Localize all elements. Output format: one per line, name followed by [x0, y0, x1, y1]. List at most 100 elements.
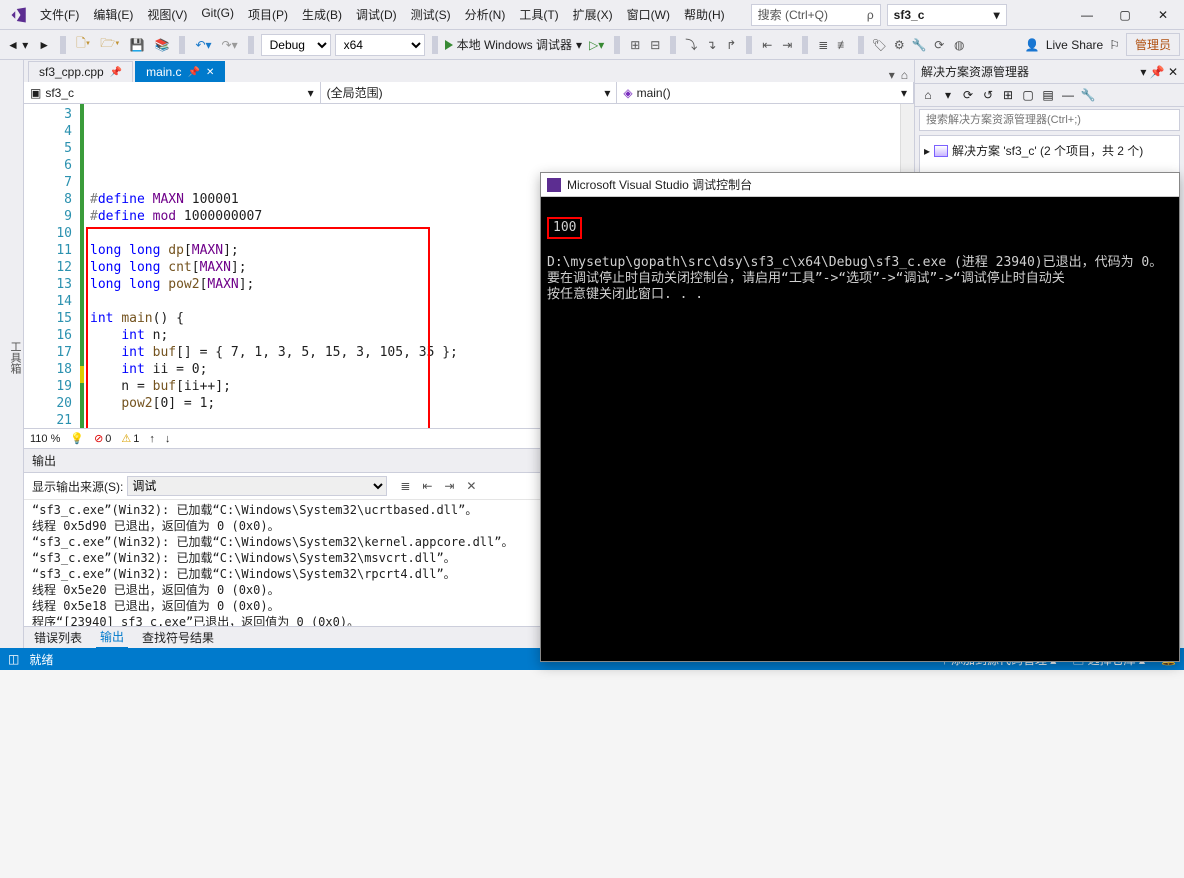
zoom-level[interactable]: 110 %	[30, 433, 60, 445]
comment-button[interactable]: ≣	[815, 34, 831, 56]
nav-back-button[interactable]: ◄ ▾	[4, 34, 31, 56]
toolbar-btn-2[interactable]: ⊟	[647, 34, 663, 56]
feedback-button[interactable]: ⚐	[1109, 38, 1120, 52]
pin-icon[interactable]: 📌	[188, 67, 200, 78]
sol-refresh-button[interactable]: ⟳	[959, 86, 977, 104]
pin-icon[interactable]: 📌	[110, 67, 122, 78]
save-all-button[interactable]: 📚	[152, 34, 173, 56]
document-tab[interactable]: sf3_cpp.cpp📌	[28, 61, 133, 82]
nav-up-icon[interactable]: ↑	[149, 433, 155, 445]
save-button[interactable]: 💾	[127, 34, 148, 56]
output-btn-2[interactable]: ⇤	[419, 479, 435, 493]
indent-less-button[interactable]: ⇤	[759, 34, 775, 56]
output-tab[interactable]: 错误列表	[30, 627, 86, 648]
toolbar-btn-1[interactable]: ⊞	[627, 34, 643, 56]
menu-item[interactable]: Git(G)	[195, 2, 240, 27]
warning-count[interactable]: ⚠ 1	[121, 432, 139, 445]
document-tab[interactable]: main.c📌✕	[135, 61, 225, 82]
nav-scope[interactable]: (全局范围) ▾	[321, 82, 618, 103]
sol-props-button[interactable]: 🔧	[1079, 86, 1097, 104]
global-search[interactable]: 搜索 (Ctrl+Q) ρ	[751, 4, 881, 26]
console-output-value: 100	[547, 217, 582, 239]
menu-item[interactable]: 编辑(E)	[87, 2, 139, 27]
redo-button[interactable]: ↷▾	[219, 34, 241, 56]
sol-btn-5[interactable]: ⊞	[999, 86, 1017, 104]
output-clear-button[interactable]: ✕	[463, 479, 479, 493]
indent-more-button[interactable]: ⇥	[779, 34, 795, 56]
left-side-tab[interactable]: 工具箱	[0, 60, 24, 648]
sol-home-button[interactable]: ⌂	[919, 86, 937, 104]
search-placeholder: 搜索 (Ctrl+Q)	[758, 6, 828, 23]
sol-btn-2[interactable]: ▾	[939, 86, 957, 104]
console-text: D:\mysetup\gopath\src\dsy\sf3_c\x64\Debu…	[547, 255, 1162, 302]
menu-item[interactable]: 生成(B)	[296, 2, 348, 27]
sol-btn-6[interactable]: ▢	[1019, 86, 1037, 104]
step-into-button[interactable]: ↴	[703, 34, 719, 56]
main-toolbar: ◄ ▾ ► 🗋▾ 🗁▾ 💾 📚 ↶▾ ↷▾ Debug x64 本地 Windo…	[0, 30, 1184, 60]
expand-icon[interactable]: ▸	[924, 144, 930, 158]
output-btn-1[interactable]: ≣	[397, 479, 413, 493]
sol-btn-7[interactable]: ▤	[1039, 86, 1057, 104]
toolbar-misc-4[interactable]: ◍	[951, 34, 967, 56]
toolbar-misc-3[interactable]: ⟳	[931, 34, 947, 56]
run-debugger-button[interactable]: 本地 Windows 调试器 ▾	[445, 36, 582, 53]
lightbulb-icon[interactable]: 💡	[70, 432, 84, 445]
sol-btn-4[interactable]: ↺	[979, 86, 997, 104]
output-tab[interactable]: 查找符号结果	[138, 627, 218, 648]
debug-target-button[interactable]: ▷▾	[586, 34, 607, 56]
nav-down-icon[interactable]: ↓	[165, 433, 171, 445]
menu-item[interactable]: 工具(T)	[513, 2, 564, 27]
bookmark-button[interactable]: 🏷	[871, 34, 887, 56]
maximize-button[interactable]: ▢	[1108, 3, 1142, 27]
step-out-button[interactable]: ↱	[723, 34, 739, 56]
vs-console-icon	[547, 178, 561, 192]
menu-item[interactable]: 窗口(W)	[621, 2, 676, 27]
menu-item[interactable]: 项目(P)	[242, 2, 294, 27]
menu-item[interactable]: 视图(V)	[141, 2, 193, 27]
search-hotkey-icon: ρ	[867, 8, 874, 22]
debug-console-window: Microsoft Visual Studio 调试控制台 100 D:\mys…	[540, 172, 1180, 662]
output-source-select[interactable]: 调试	[127, 476, 387, 496]
sol-exp-toolbar: ⌂ ▾ ⟳ ↺ ⊞ ▢ ▤ — 🔧	[915, 83, 1184, 107]
sol-btn-8[interactable]: —	[1059, 86, 1077, 104]
menu-item[interactable]: 文件(F)	[34, 2, 85, 27]
toolbar-misc-1[interactable]: ⚙	[891, 34, 907, 56]
config-select[interactable]: Debug	[261, 34, 331, 56]
status-left-icon[interactable]: ◫	[8, 652, 19, 666]
menu-item[interactable]: 测试(S)	[405, 2, 457, 27]
nav-project[interactable]: ▣ sf3_c ▾	[24, 82, 321, 103]
nav-member[interactable]: ◈ main() ▾	[617, 82, 914, 103]
nav-fwd-button[interactable]: ►	[35, 34, 53, 56]
method-icon: ◈	[623, 86, 632, 100]
user-icon[interactable]: 👤	[1025, 38, 1040, 52]
menu-item[interactable]: 帮助(H)	[678, 2, 731, 27]
step-over-button[interactable]: ⤵	[683, 34, 699, 56]
solution-root[interactable]: ▸ 解决方案 'sf3_c' (2 个项目，共 2 个)	[924, 140, 1175, 161]
platform-select[interactable]: x64	[335, 34, 425, 56]
output-btn-3[interactable]: ⇥	[441, 479, 457, 493]
window-buttons: — ▢ ✕	[1070, 3, 1180, 27]
close-button[interactable]: ✕	[1146, 3, 1180, 27]
current-line-bar	[80, 366, 84, 383]
minimize-button[interactable]: —	[1070, 3, 1104, 27]
live-share-button[interactable]: Live Share	[1046, 38, 1103, 52]
menu-item[interactable]: 分析(N)	[459, 2, 512, 27]
output-tab[interactable]: 输出	[96, 626, 128, 649]
menu-item[interactable]: 扩展(X)	[567, 2, 619, 27]
solution-name-box[interactable]: sf3_c ▾	[887, 4, 1007, 26]
console-body[interactable]: 100 D:\mysetup\gopath\src\dsy\sf3_c\x64\…	[541, 197, 1179, 661]
uncomment-button[interactable]: ≢	[835, 34, 851, 56]
undo-button[interactable]: ↶▾	[192, 34, 214, 56]
toolbar-misc-2[interactable]: 🔧	[911, 34, 927, 56]
tab-dropdown-icon[interactable]: ▾	[889, 68, 895, 82]
open-button[interactable]: 🗁▾	[97, 34, 122, 56]
menu-bar: 文件(F)编辑(E)视图(V)Git(G)项目(P)生成(B)调试(D)测试(S…	[34, 2, 731, 27]
error-count[interactable]: ⊘ 0	[94, 432, 111, 445]
menu-item[interactable]: 调试(D)	[350, 2, 403, 27]
title-bar: 文件(F)编辑(E)视图(V)Git(G)项目(P)生成(B)调试(D)测试(S…	[0, 0, 1184, 30]
sol-exp-search[interactable]	[919, 109, 1180, 131]
new-item-button[interactable]: 🗋▾	[73, 34, 93, 56]
console-titlebar[interactable]: Microsoft Visual Studio 调试控制台	[541, 173, 1179, 197]
close-icon[interactable]: ✕	[206, 67, 214, 78]
tab-home-icon[interactable]: ⌂	[901, 68, 908, 82]
